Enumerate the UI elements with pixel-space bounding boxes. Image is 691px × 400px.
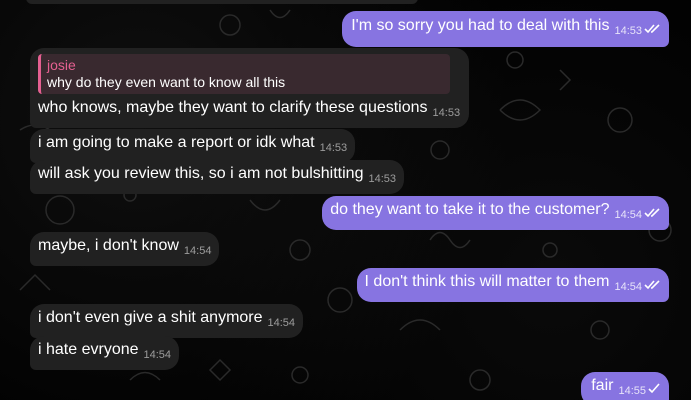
- reply-quote[interactable]: josie why do they even want to know all …: [38, 54, 450, 94]
- message-time: 14:53: [368, 173, 396, 185]
- message-text: i don't even give a shit anymore: [38, 309, 263, 326]
- reply-quoted-text: why do they even want to know all this: [47, 74, 286, 90]
- message-bubble-incoming[interactable]: i am going to make a report or idk what 1…: [30, 129, 356, 163]
- message-text: I'm so sorry you had to deal with this: [351, 17, 610, 34]
- message-time: 14:55: [618, 385, 646, 397]
- message-time: 14:54: [614, 281, 642, 293]
- message-bubble-outgoing[interactable]: fair 14:55: [581, 372, 669, 400]
- double-check-icon: [644, 280, 660, 290]
- message-time: 14:54: [614, 209, 642, 221]
- message-text: I don't think this will matter to them: [364, 273, 610, 290]
- single-check-icon: [648, 383, 660, 394]
- message-time: 14:54: [183, 245, 212, 257]
- message-bubble-outgoing[interactable]: I don't think this will matter to them 14…: [356, 268, 669, 302]
- message-time: 14:53: [319, 142, 348, 154]
- reply-sender-name: josie: [47, 57, 76, 73]
- message-bubble-outgoing[interactable]: I'm so sorry you had to deal with this 14…: [342, 11, 669, 47]
- message-time: 14:54: [267, 317, 296, 329]
- message-bubble-incoming[interactable]: josie why do they even want to know all …: [30, 48, 470, 128]
- double-check-icon: [644, 208, 660, 218]
- message-time: 14:54: [143, 349, 172, 361]
- message-text: i hate evryone: [38, 341, 139, 358]
- double-check-icon: [644, 24, 660, 34]
- message-time: 14:53: [432, 107, 461, 119]
- message-bubble-incoming[interactable]: i don't even give a shit anymore 14:54: [30, 304, 304, 338]
- message-text: fair: [591, 377, 614, 394]
- message-text: who knows, maybe they want to clarify th…: [38, 99, 428, 116]
- chat-area[interactable]: I'm so sorry you had to deal with this 14…: [0, 0, 691, 400]
- message-bubble-incoming[interactable]: i hate evryone 14:54: [30, 336, 180, 370]
- previous-message-edge: [26, 0, 418, 4]
- message-bubble-incoming[interactable]: maybe, i don't know 14:54: [30, 232, 220, 266]
- message-text: i am going to make a report or idk what: [38, 134, 315, 151]
- message-time: 14:53: [614, 25, 642, 37]
- message-text: maybe, i don't know: [38, 237, 179, 254]
- message-bubble-incoming[interactable]: will ask you review this, so i am not bu…: [30, 160, 404, 194]
- message-text: will ask you review this, so i am not bu…: [38, 165, 364, 182]
- message-text: do they want to take it to the customer?: [330, 201, 610, 218]
- message-bubble-outgoing[interactable]: do they want to take it to the customer?…: [322, 196, 669, 230]
